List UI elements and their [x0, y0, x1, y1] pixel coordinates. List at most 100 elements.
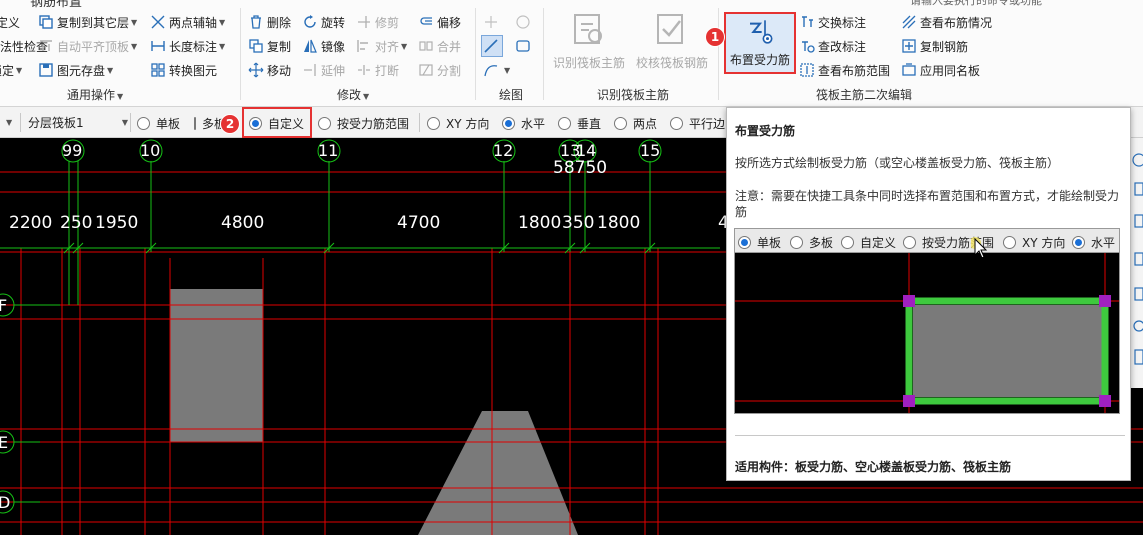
auto-align-top-button[interactable]: 自动平齐顶板 ▼: [38, 35, 137, 57]
radio-circle: [318, 116, 331, 130]
step-badge-1: 1: [705, 27, 725, 47]
group-label-draw: 绘图: [499, 88, 524, 102]
swap-mark-button[interactable]: 交换标注: [799, 11, 866, 33]
copy-to-layer-button[interactable]: 复制到其它层 ▼: [38, 11, 137, 33]
identify-rebar-icon: [574, 14, 602, 44]
line-icon: [483, 38, 499, 54]
lock-button[interactable]: 锁定▼: [0, 59, 22, 81]
slab-region[interactable]: [170, 289, 263, 442]
axis-label: 99: [62, 141, 83, 160]
radio-custom[interactable]: 自定义: [249, 113, 304, 133]
radio-circle: [137, 116, 150, 130]
trim-button[interactable]: 修剪: [356, 11, 399, 33]
trash-icon: [248, 14, 264, 30]
left-combo-caret[interactable]: ▼: [4, 112, 14, 133]
preview-option-bar: 单板 多板 自定义 按受力筋范围 XY 方向 水平: [735, 229, 1119, 253]
group-separator: [718, 8, 719, 100]
radio-by-rebar-range[interactable]: 按受力筋范围: [318, 113, 409, 133]
break-button[interactable]: 打断: [356, 59, 399, 81]
align-button[interactable]: 对齐 ▼: [356, 35, 407, 57]
rotate-button[interactable]: 旋转: [302, 11, 345, 33]
axis-label: 11: [318, 141, 339, 160]
check-mark-icon: [799, 38, 815, 54]
radio-single-slab[interactable]: 单板: [137, 113, 180, 133]
convert-element-button[interactable]: 转换图元: [150, 59, 217, 81]
draw-arc-button[interactable]: ▼: [483, 59, 510, 81]
view-icon: [1134, 252, 1143, 266]
rectangle-icon: [515, 38, 531, 54]
draw-rotate-point-button[interactable]: [515, 11, 534, 33]
move-button[interactable]: 移动: [248, 59, 291, 81]
offset-button[interactable]: 偏移: [418, 11, 461, 33]
length-dim-button[interactable]: 长度标注 ▼: [150, 35, 225, 57]
draw-rect-button[interactable]: [515, 35, 534, 57]
view-icon: [1134, 182, 1143, 196]
radio-horizontal[interactable]: 水平: [502, 113, 545, 133]
group-label-general: 通用操作 ▼: [67, 88, 124, 102]
axis-label: 10: [140, 141, 161, 160]
preview-radio-horizontal: 水平: [1072, 232, 1115, 252]
two-point-axis-button[interactable]: 两点辅轴 ▼: [150, 11, 225, 33]
point-icon: [483, 14, 499, 30]
copy-rebar-button[interactable]: 复制钢筋: [901, 35, 968, 57]
layer-combo[interactable]: 分层筏板1 ▼: [28, 112, 128, 133]
copy-rebar-icon: [901, 38, 917, 54]
radio-circle: [427, 116, 440, 130]
ribbon-tab-title[interactable]: 钢筋布置: [30, 0, 82, 10]
radio-vertical[interactable]: 垂直: [558, 113, 601, 133]
define-button[interactable]: 定义: [0, 11, 20, 33]
convert-icon: [150, 62, 166, 78]
offset-icon: [418, 14, 434, 30]
radio-parallel-edge[interactable]: 平行边: [670, 113, 726, 133]
orbit-icon: [1132, 153, 1143, 167]
trim-icon: [356, 14, 372, 30]
dimension-icon: [150, 38, 166, 54]
radio-two-point[interactable]: 两点: [614, 113, 657, 133]
draw-point-button[interactable]: [483, 11, 502, 33]
break-icon: [356, 62, 372, 78]
apply-icon: [901, 62, 917, 78]
copy-icon: [248, 38, 264, 54]
check-mark-button[interactable]: 查改标注: [799, 35, 866, 57]
axis-icon: [150, 14, 166, 30]
preview-radio-multi: 多板: [790, 232, 833, 252]
group-separator: [543, 8, 544, 100]
rotate-icon: [302, 14, 318, 30]
radio-xy-direction[interactable]: XY 方向: [427, 113, 489, 133]
view-icon: [1134, 287, 1143, 301]
axis-label: 15: [640, 141, 661, 160]
element-store-button[interactable]: 图元存盘 ▼: [38, 59, 113, 81]
radio-circle: [194, 116, 196, 130]
view-icon: [1134, 214, 1143, 228]
dimension-text: 4700: [397, 213, 441, 233]
command-search-hint[interactable]: 请输入要执行的命令或功能: [910, 0, 1042, 8]
delete-button[interactable]: 删除: [248, 11, 291, 33]
radio-circle: [558, 116, 571, 130]
step-badge-2: 2: [220, 114, 240, 134]
view-layout-button[interactable]: 查看布筋情况: [901, 11, 992, 33]
apply-same-name-button[interactable]: 应用同名板: [901, 59, 980, 81]
view-range-button[interactable]: 查看布筋范围: [799, 59, 890, 81]
copy-layer-icon: [38, 14, 54, 30]
dimension-text: 4800: [221, 213, 265, 233]
check-raft-rebar-button[interactable]: 校核筏板钢筋: [636, 12, 708, 71]
mirror-button[interactable]: 镜像: [302, 35, 345, 57]
place-rebar-button[interactable]: 布置受力筋: [724, 12, 796, 74]
dimension-text: 1800: [597, 213, 641, 233]
tooltip-description: 按所选方式绘制板受力筋（或空心楼盖板受力筋、筏板主筋）: [735, 156, 1060, 170]
extend-button[interactable]: 延伸: [302, 59, 345, 81]
copy-button[interactable]: 复制: [248, 35, 291, 57]
dimension-text: 1800: [518, 213, 562, 233]
identify-raft-rebar-button[interactable]: 识别筏板主筋: [553, 12, 625, 71]
split-button[interactable]: 分割: [418, 59, 461, 81]
tooltip-divider: [735, 435, 1125, 436]
radio-multi-slab[interactable]: 多板: [194, 113, 222, 133]
merge-button[interactable]: 合并: [418, 35, 461, 57]
group-label-edit2: 筏板主筋二次编辑: [816, 88, 913, 102]
draw-line-button[interactable]: [481, 35, 503, 57]
ribbon: 钢筋布置 请输入要执行的命令或功能 定义 复制到其它层▼ 两点辅轴▼ 合法性检查…: [0, 0, 1143, 107]
preview-radio-single: 单板: [738, 232, 781, 252]
view-rebar-icon: [901, 14, 917, 30]
toolbar-separator: [130, 113, 131, 132]
slab-region[interactable]: [418, 411, 578, 535]
